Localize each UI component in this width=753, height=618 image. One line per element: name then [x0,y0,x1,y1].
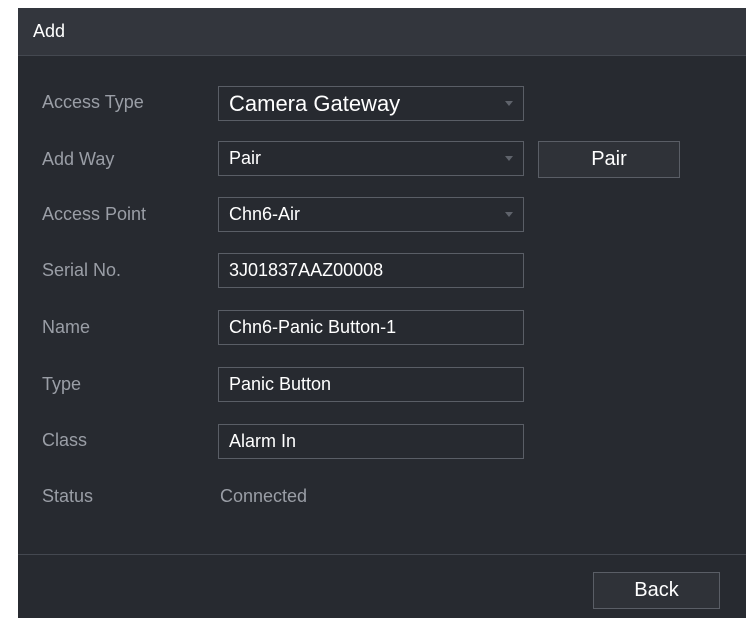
access-point-value: Chn6-Air [229,204,301,224]
serial-no-field[interactable]: 3J01837AAZ00008 [218,253,524,288]
access-type-value: Camera Gateway [229,91,401,116]
pair-button[interactable]: Pair [538,141,680,178]
serial-no-label: Serial No. [42,260,122,280]
name-label: Name [42,317,91,337]
add-dialog: Add Access Type Camera Gateway Add Way P… [18,8,746,618]
access-type-select[interactable]: Camera Gateway [218,86,524,121]
dialog-title: Add [33,21,66,41]
type-field[interactable]: Panic Button [218,367,524,402]
class-field[interactable]: Alarm In [218,424,524,459]
class-label: Class [42,430,88,450]
type-label: Type [42,374,82,394]
dialog-titlebar: Add [18,8,746,56]
add-way-value: Pair [229,148,262,168]
add-way-select[interactable]: Pair [218,141,524,176]
access-point-label: Access Point [42,204,147,224]
add-way-label: Add Way [42,149,115,169]
dropdown-arrow-icon [505,156,513,161]
dropdown-arrow-icon [505,101,513,106]
dialog-footer: Back [18,555,746,618]
back-button[interactable]: Back [593,572,720,609]
name-field[interactable]: Chn6-Panic Button-1 [218,310,524,345]
access-type-label: Access Type [42,92,144,112]
status-label: Status [42,486,94,506]
access-point-select[interactable]: Chn6-Air [218,197,524,232]
dropdown-arrow-icon [505,212,513,217]
status-value: Connected [220,486,308,506]
